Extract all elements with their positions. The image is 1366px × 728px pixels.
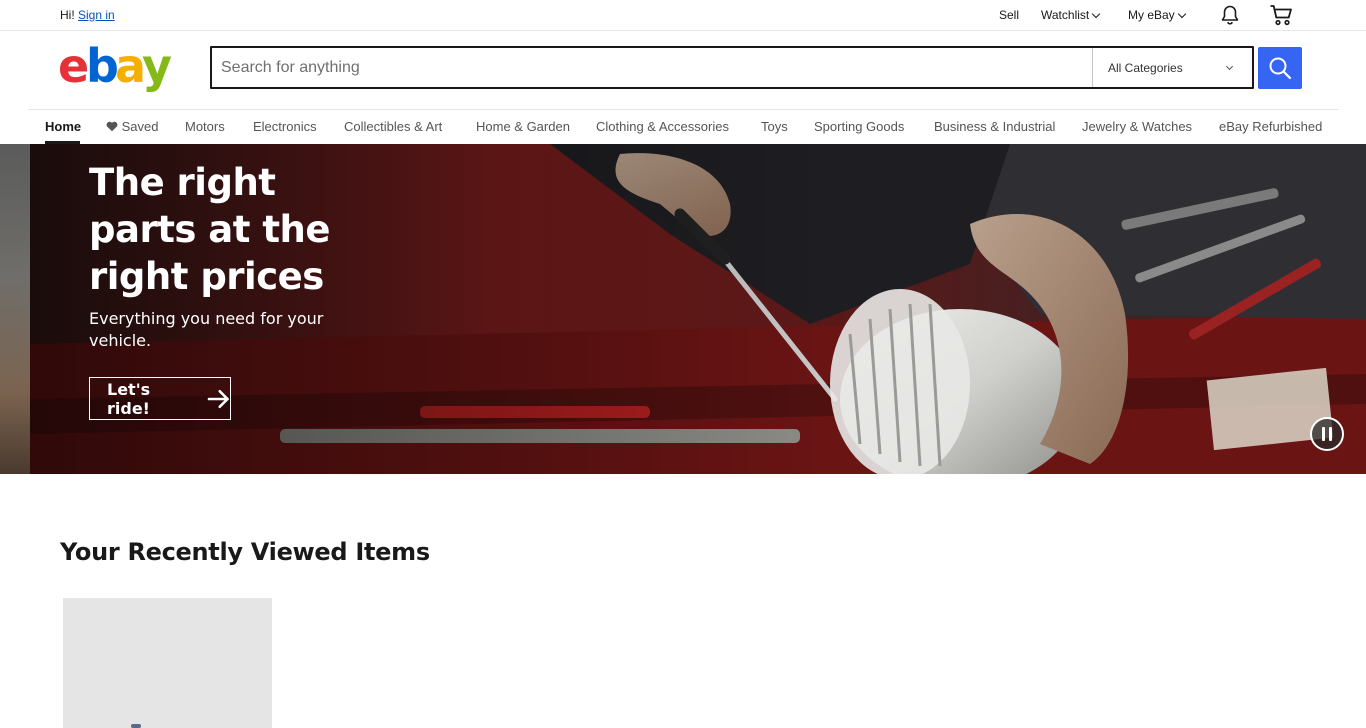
nav-item-home[interactable]: Home [45,119,81,134]
nav-item-ebay-refurbished[interactable]: eBay Refurbished [1219,119,1322,134]
nav-item-label: eBay Refurbished [1219,119,1323,134]
search-input[interactable] [212,48,1092,87]
hero-title: The right parts at the right prices [89,161,330,298]
logo-letter-b: b [86,42,119,93]
hero-cta-label: Let's ride! [107,379,151,418]
carousel-pause-button[interactable] [1310,417,1344,451]
cart-icon[interactable] [1269,4,1295,31]
nav-item-label: Home [45,119,82,134]
nav-item-electronics[interactable]: Electronics [253,119,317,134]
pause-icon [1322,427,1325,441]
search-bar: All Categories [210,46,1254,89]
nav-item-saved[interactable]: Saved [106,119,159,134]
nav-item-home-garden[interactable]: Home & Garden [476,119,570,134]
my-ebay-label: My eBay [1128,8,1175,22]
hero-cta-button[interactable]: Let's ride! [89,377,231,420]
watchlist-label: Watchlist [1041,8,1090,22]
recently-viewed-heading: Your Recently Viewed Items [60,538,430,566]
item-thumbnail-image [131,724,141,728]
category-select[interactable]: All Categories [1092,48,1252,87]
sell-link[interactable]: Sell [999,8,1019,22]
search-icon [1269,57,1292,80]
previous-slide-peek [0,144,30,474]
pause-icon-bar [1329,427,1332,441]
nav-item-label: Sporting Goods [814,119,905,134]
nav-item-label: Home & Garden [476,119,570,134]
nav-item-label: Collectibles & Art [344,119,443,134]
nav-item-collectibles-art[interactable]: Collectibles & Art [344,119,442,134]
nav-item-label: Business & Industrial [934,119,1056,134]
notification-bell-icon[interactable] [1219,4,1241,31]
sign-in-link[interactable]: Sign in [78,8,115,22]
recently-viewed-item-card[interactable] [63,598,272,728]
nav-item-clothing-accessories[interactable]: Clothing & Accessories [596,119,729,134]
greeting-text: Hi! [60,8,75,22]
nav-item-jewelry-watches[interactable]: Jewelry & Watches [1082,119,1192,134]
arrow-right-icon [207,389,229,408]
logo-letter-e: e [58,42,87,93]
chevron-down-icon [1091,9,1101,19]
nav-item-label: Jewelry & Watches [1082,119,1193,134]
nav-item-label: Motors [185,119,225,134]
watchlist-dropdown[interactable]: Watchlist [1041,8,1101,22]
hero-subtitle: Everything you need for your vehicle. [89,309,324,350]
category-nav: Home Saved Motors Electronics Collectibl… [0,110,1366,144]
nav-item-motors[interactable]: Motors [185,119,225,134]
nav-item-label: Clothing & Accessories [596,119,729,134]
chevron-down-icon [1177,9,1186,19]
category-selected-label: All Categories [1108,60,1183,75]
greeting: Hi! Sign in [60,8,115,22]
ebay-logo[interactable]: e b a y [58,39,178,94]
top-utility-bar: Hi! Sign in Sell Watchlist My eBay [0,0,1366,31]
sell-label: Sell [999,8,1020,22]
nav-item-label: Toys [761,119,788,134]
chevron-down-icon [1225,62,1234,71]
hero-banner[interactable]: The right parts at the right prices Ever… [0,144,1366,474]
nav-item-business-industrial[interactable]: Business & Industrial [934,119,1055,134]
nav-item-label: Electronics [253,119,317,134]
my-ebay-dropdown[interactable]: My eBay [1128,8,1186,22]
nav-item-toys[interactable]: Toys [761,119,788,134]
nav-item-sporting-goods[interactable]: Sporting Goods [814,119,904,134]
heart-icon [106,121,118,132]
search-button[interactable] [1258,47,1302,89]
logo-letter-y: y [142,42,172,93]
nav-item-label: Saved [121,119,159,134]
